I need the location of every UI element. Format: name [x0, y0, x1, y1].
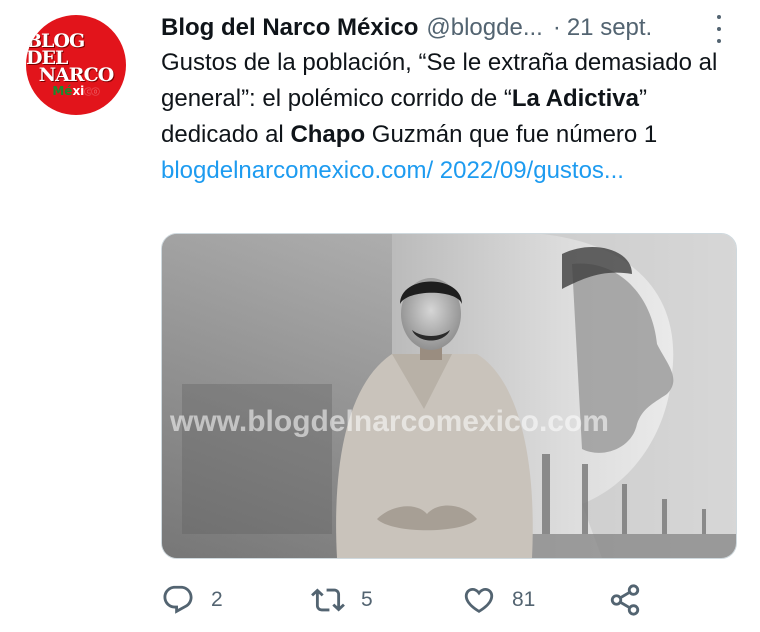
retweet-button[interactable]: 5: [311, 582, 373, 618]
tweet-media-image[interactable]: www.blogdelnarcomexico.com: [161, 233, 737, 559]
tweet-text-part3: Guzmán que fue número 1: [365, 121, 658, 148]
avatar-text-m2: xi: [72, 83, 85, 98]
author-handle[interactable]: @blogde...: [426, 14, 542, 42]
reply-count: 2: [211, 588, 223, 611]
avatar[interactable]: BLOG DEL NARCO México: [26, 15, 126, 115]
tweet-date[interactable]: 21 sept.: [567, 14, 652, 42]
avatar-text-line1: BLOG DEL: [26, 29, 85, 69]
media-photo: www.blogdelnarcomexico.com: [162, 234, 736, 558]
retweet-count: 5: [361, 588, 373, 611]
avatar-text-line3: México: [52, 83, 100, 98]
tweet-text: Gustos de la población, “Se le extraña d…: [161, 45, 741, 189]
reply-icon: [163, 585, 193, 614]
share-button[interactable]: [608, 582, 642, 618]
avatar-text-m3: co: [84, 83, 100, 98]
tweet-text-bold-band: La Adictiva: [511, 85, 639, 112]
tweet-link[interactable]: blogdelnarcomexico.com/ 2022/09/gustos..…: [161, 157, 624, 184]
like-icon: [464, 587, 494, 613]
avatar-text-line2: NARCO: [38, 63, 115, 86]
like-button[interactable]: 81: [462, 582, 535, 618]
media-watermark: www.blogdelnarcomexico.com: [169, 405, 609, 438]
like-count: 81: [512, 588, 536, 611]
reply-button[interactable]: 2: [161, 582, 223, 618]
share-icon: [610, 584, 640, 616]
tweet-header: Blog del Narco México @blogde... · 21 se…: [161, 11, 736, 45]
avatar-text-m1: Mé: [52, 83, 73, 98]
separator-dot: ·: [552, 14, 561, 41]
more-icon[interactable]: [714, 15, 724, 43]
tweet-text-bold-name: Chapo: [290, 121, 366, 148]
retweet-icon: [311, 588, 345, 612]
author-name[interactable]: Blog del Narco México: [161, 14, 418, 42]
tweet-actions: 2 5 81: [161, 582, 661, 618]
